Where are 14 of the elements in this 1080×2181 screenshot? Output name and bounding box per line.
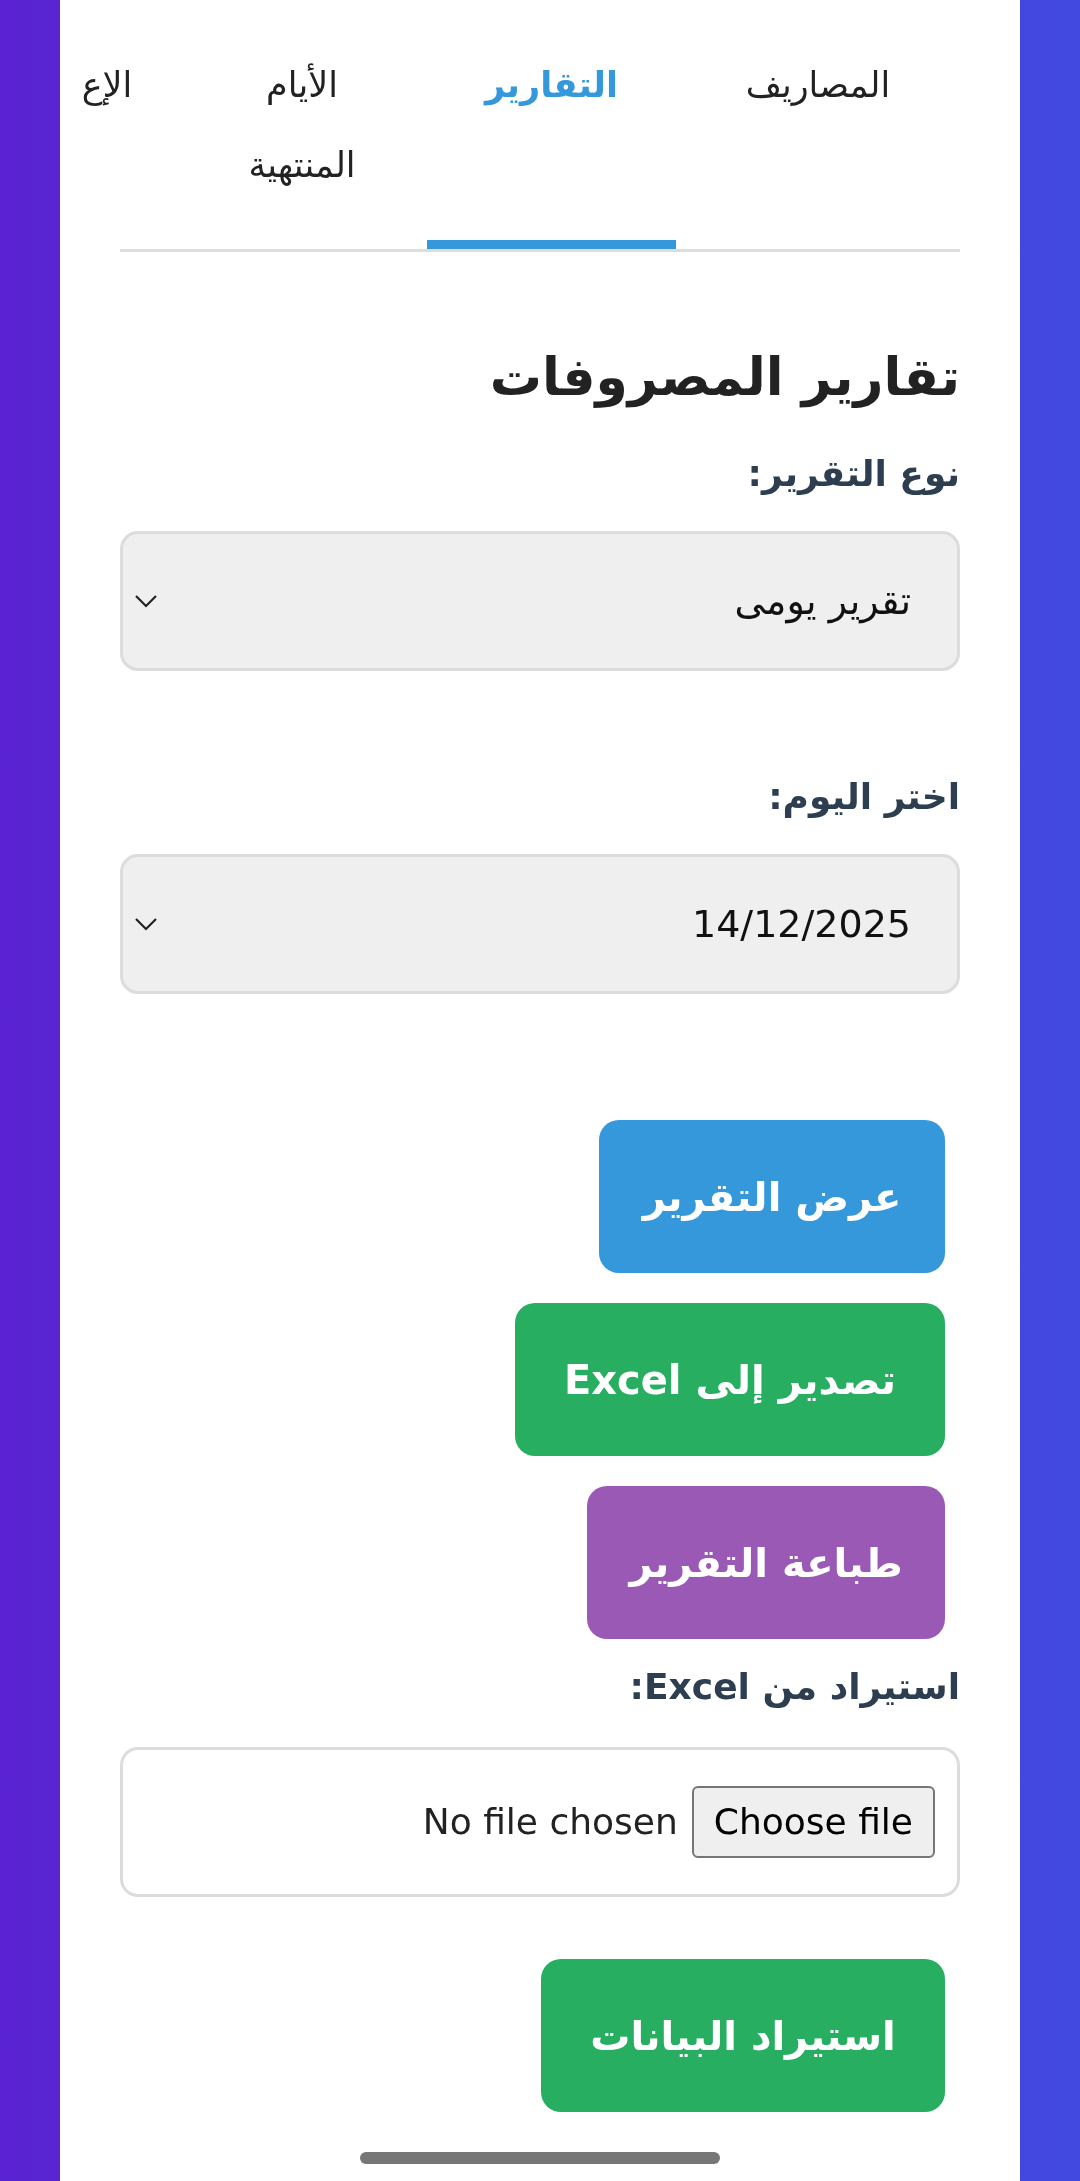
- page-heading: تقارير المصروفات: [488, 346, 960, 410]
- date-field[interactable]: 14/12/2025: [120, 854, 960, 994]
- chevron-down-icon: [133, 916, 159, 932]
- chevron-down-icon: [133, 593, 159, 609]
- action-button[interactable]: طباعة التقرير: [587, 1486, 945, 1639]
- tab[interactable]: الإع: [60, 0, 177, 249]
- report-type-select[interactable]: تقرير يومى: [120, 531, 960, 671]
- tab[interactable]: المصاريف: [676, 0, 960, 249]
- file-input[interactable]: No file chosen Choose file: [120, 1747, 960, 1897]
- field-label: نوع التقرير:: [746, 452, 960, 497]
- field-label: اختر اليوم:: [767, 775, 960, 820]
- choose-file-button[interactable]: Choose file: [691, 1786, 935, 1858]
- file-status: No file chosen: [422, 1800, 678, 1844]
- tab[interactable]: الأيام المنتهية: [177, 0, 427, 249]
